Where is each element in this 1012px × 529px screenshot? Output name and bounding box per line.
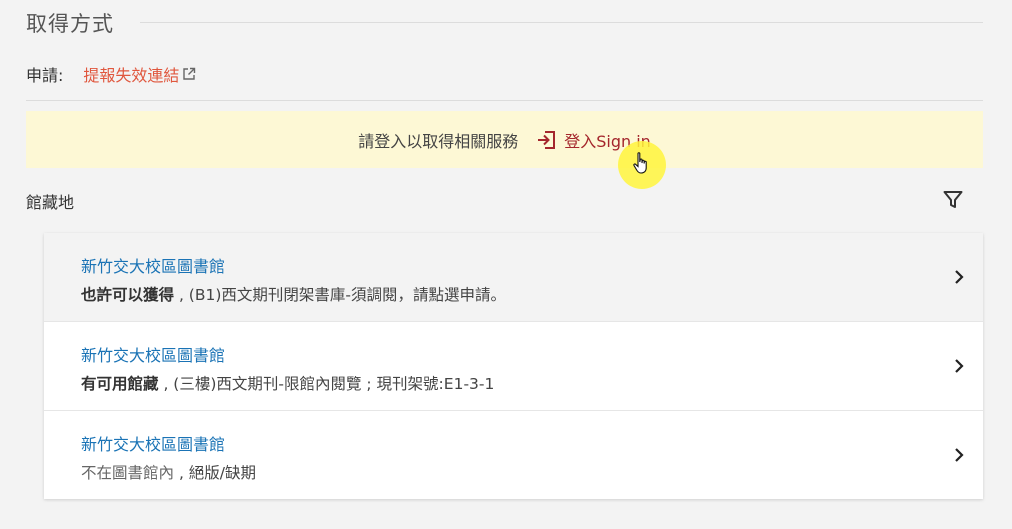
location-detail: , (B1)西文期刊閉架書庫-須調閱，請點選申請。 xyxy=(174,286,506,304)
location-detail: , (三樓)西文期刊-限館內閱覽 ; 現刊架號:E1-3-1 xyxy=(158,375,495,393)
library-name: 新竹交大校區圖書館 xyxy=(81,346,226,365)
sign-in-icon xyxy=(538,130,556,149)
holdings-list: 新竹交大校區圖書館 也許可以獲得 , (B1)西文期刊閉架書庫-須調閱，請點選申… xyxy=(44,233,983,499)
report-broken-link-label: 提報失效連結 xyxy=(83,66,180,85)
request-label: 申請: xyxy=(26,66,64,85)
location-detail: , 絕版/缺期 xyxy=(174,464,257,482)
holding-status: 有可用館藏 , (三樓)西文期刊-限館內閱覽 ; 現刊架號:E1-3-1 xyxy=(81,372,494,394)
chevron-right-icon xyxy=(955,448,964,462)
request-divider xyxy=(26,100,983,101)
signin-banner: 請登入以取得相關服務 登入Sign in xyxy=(26,111,983,168)
chevron-right-icon xyxy=(955,359,964,373)
holding-status: 不在圖書館內 , 絕版/缺期 xyxy=(81,461,256,483)
holding-item[interactable]: 新竹交大校區圖書館 有可用館藏 , (三樓)西文期刊-限館內閱覽 ; 現刊架號:… xyxy=(44,322,983,411)
chevron-right-icon xyxy=(955,270,964,284)
library-name: 新竹交大校區圖書館 xyxy=(81,435,226,454)
holdings-header: 館藏地 xyxy=(26,193,75,212)
availability-status: 有可用館藏 xyxy=(81,375,159,393)
library-name: 新竹交大校區圖書館 xyxy=(81,257,226,276)
section-divider xyxy=(140,22,983,23)
report-broken-link[interactable]: 提報失效連結 xyxy=(83,62,196,86)
filter-icon xyxy=(943,191,963,208)
request-row: 申請: 提報失效連結 xyxy=(26,62,196,86)
external-link-icon xyxy=(183,67,196,80)
availability-status: 也許可以獲得 xyxy=(81,286,175,304)
hand-cursor-icon xyxy=(633,152,647,174)
holding-item[interactable]: 新竹交大校區圖書館 不在圖書館內 , 絕版/缺期 xyxy=(44,411,983,499)
availability-status: 不在圖書館內 xyxy=(81,464,175,482)
holding-status: 也許可以獲得 , (B1)西文期刊閉架書庫-須調閱，請點選申請。 xyxy=(81,283,506,305)
section-title: 取得方式 xyxy=(26,12,114,36)
holding-item[interactable]: 新竹交大校區圖書館 也許可以獲得 , (B1)西文期刊閉架書庫-須調閱，請點選申… xyxy=(44,233,983,322)
filter-button[interactable] xyxy=(940,187,966,213)
signin-prompt: 請登入以取得相關服務 xyxy=(358,131,519,151)
